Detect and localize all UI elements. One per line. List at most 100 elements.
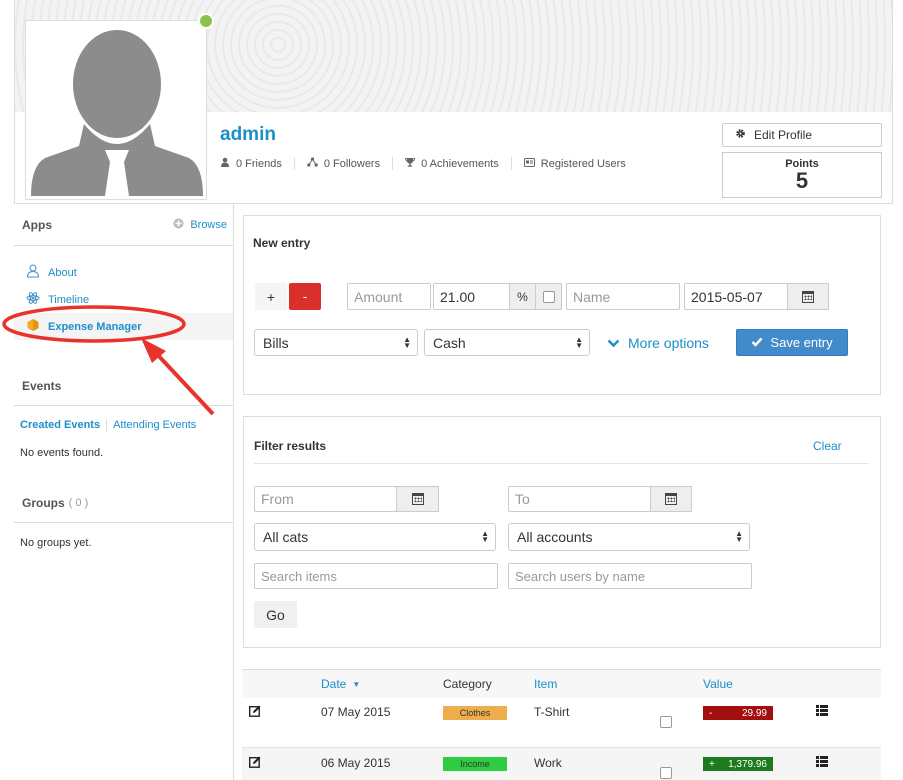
row-checkbox[interactable] bbox=[660, 767, 672, 780]
date-value: 2015-05-07 bbox=[691, 288, 763, 305]
profile-username[interactable]: admin bbox=[220, 124, 276, 146]
category-filter-select[interactable]: All cats ▲ ▼ bbox=[254, 523, 496, 551]
stat-profile-type[interactable]: Registered Users bbox=[523, 157, 638, 170]
edit-profile-button[interactable]: Edit Profile bbox=[722, 123, 882, 147]
expense-toggle-button[interactable]: - bbox=[289, 283, 321, 310]
row-menu-icon[interactable] bbox=[816, 756, 828, 770]
sort-caret-icon: ▼ bbox=[352, 679, 361, 689]
category-badge: Income bbox=[443, 757, 507, 771]
percent-checkbox[interactable] bbox=[542, 290, 555, 303]
column-header-item[interactable]: Item bbox=[534, 670, 557, 698]
go-label: Go bbox=[266, 606, 285, 623]
groups-empty-message: No groups yet. bbox=[20, 537, 92, 549]
from-placeholder: From bbox=[261, 491, 294, 507]
percent-input[interactable]: 21.00 bbox=[433, 283, 510, 310]
sidebar-item-label: About bbox=[48, 266, 77, 279]
category-badge: Clothes bbox=[443, 706, 507, 720]
clear-filter-link[interactable]: Clear bbox=[813, 439, 842, 453]
browse-label: Browse bbox=[190, 218, 227, 231]
avatar[interactable] bbox=[25, 13, 214, 200]
stat-label: 0 Achievements bbox=[421, 157, 499, 170]
row-item: T-Shirt bbox=[534, 705, 570, 719]
account-filter-value: All accounts bbox=[517, 529, 593, 545]
browse-apps-link[interactable]: Browse bbox=[173, 218, 227, 232]
plus-circle-icon bbox=[173, 218, 184, 232]
save-entry-label: Save entry bbox=[770, 335, 833, 350]
sidebar-item-expense-manager[interactable]: Expense Manager bbox=[14, 313, 233, 340]
filter-title: Filter results bbox=[254, 439, 327, 453]
save-entry-button[interactable]: Save entry bbox=[736, 329, 848, 356]
amount-input[interactable]: Amount bbox=[347, 283, 431, 310]
name-placeholder: Name bbox=[573, 288, 611, 305]
income-toggle-button[interactable]: + bbox=[255, 283, 287, 310]
edit-entry-icon[interactable] bbox=[248, 705, 261, 720]
percent-value: 21.00 bbox=[440, 288, 476, 305]
select-arrows-icon: ▲ ▼ bbox=[735, 529, 743, 544]
sidebar-item-timeline[interactable]: Timeline bbox=[14, 286, 233, 313]
row-date: 07 May 2015 bbox=[321, 705, 391, 719]
stat-followers[interactable]: 0 Followers bbox=[307, 157, 394, 170]
groups-count: ( 0 ) bbox=[68, 496, 89, 509]
search-items-input[interactable]: Search items bbox=[254, 563, 498, 589]
stat-achievements[interactable]: 0 Achievements bbox=[405, 157, 512, 170]
value-sign: - bbox=[709, 707, 713, 719]
go-button[interactable]: Go bbox=[254, 601, 297, 628]
column-header-date[interactable]: Date ▼ bbox=[321, 670, 360, 698]
sidebar: Apps Browse About Timeline Expense Manag… bbox=[14, 204, 234, 780]
stat-label: 0 Friends bbox=[236, 157, 282, 170]
category-filter-value: All cats bbox=[263, 529, 309, 545]
minus-label: - bbox=[302, 289, 308, 304]
row-checkbox[interactable] bbox=[660, 716, 672, 731]
gear-icon bbox=[735, 128, 746, 142]
share-icon bbox=[307, 157, 318, 170]
column-header-category: Category bbox=[443, 677, 492, 691]
groups-title: Groups bbox=[22, 495, 65, 510]
from-calendar-button[interactable] bbox=[396, 486, 439, 512]
stat-friends[interactable]: 0 Friends bbox=[220, 157, 295, 170]
value-badge: + 1,379.96 bbox=[703, 757, 773, 771]
calendar-icon bbox=[802, 290, 814, 303]
date-calendar-button[interactable] bbox=[787, 283, 829, 310]
sidebar-item-about[interactable]: About bbox=[14, 259, 233, 286]
apps-title: Apps bbox=[22, 217, 52, 232]
stat-label: 0 Followers bbox=[323, 157, 381, 170]
category-select[interactable]: Bills ▲ ▼ bbox=[254, 329, 418, 356]
default-avatar-icon bbox=[29, 24, 203, 196]
tab-attending-events[interactable]: Attending Events bbox=[113, 419, 202, 431]
points-value: 5 bbox=[795, 168, 809, 193]
more-options-label: More options bbox=[628, 335, 709, 351]
new-entry-title: New entry bbox=[253, 236, 311, 250]
online-status-dot bbox=[198, 13, 214, 29]
edit-entry-icon[interactable] bbox=[248, 756, 261, 771]
account-filter-select[interactable]: All accounts ▲ ▼ bbox=[508, 523, 750, 551]
percent-sign: % bbox=[517, 289, 528, 304]
from-date-input[interactable]: From bbox=[254, 486, 397, 512]
column-header-value[interactable]: Value bbox=[703, 670, 733, 698]
to-calendar-button[interactable] bbox=[650, 486, 692, 512]
trophy-icon bbox=[405, 157, 416, 170]
percent-addon: % bbox=[509, 283, 536, 310]
name-input[interactable]: Name bbox=[566, 283, 680, 310]
apps-header: Apps Browse bbox=[14, 204, 233, 246]
tab-created-events[interactable]: Created Events bbox=[20, 419, 108, 431]
search-users-input[interactable]: Search users by name bbox=[508, 563, 752, 589]
groups-header: Groups ( 0 ) bbox=[14, 483, 233, 523]
row-menu-icon[interactable] bbox=[816, 705, 828, 719]
events-header: Events bbox=[14, 366, 233, 406]
search-users-placeholder: Search users by name bbox=[515, 568, 646, 584]
account-value: Cash bbox=[433, 334, 466, 351]
stat-label: Registered Users bbox=[540, 157, 626, 170]
to-date-input[interactable]: To bbox=[508, 486, 651, 512]
more-options-toggle[interactable]: More options bbox=[607, 335, 709, 351]
events-title: Events bbox=[22, 378, 62, 393]
search-items-placeholder: Search items bbox=[261, 568, 337, 584]
percent-checkbox-addon[interactable] bbox=[535, 283, 562, 310]
date-input[interactable]: 2015-05-07 bbox=[684, 283, 788, 310]
sidebar-item-label: Timeline bbox=[48, 293, 90, 306]
atom-icon bbox=[24, 291, 42, 308]
account-select[interactable]: Cash ▲ ▼ bbox=[424, 329, 590, 356]
events-tabs: Created Events Attending Events bbox=[14, 409, 233, 431]
id-card-icon bbox=[523, 157, 535, 170]
apps-list: About Timeline Expense Manager bbox=[14, 246, 233, 340]
value-sign: + bbox=[709, 758, 715, 770]
